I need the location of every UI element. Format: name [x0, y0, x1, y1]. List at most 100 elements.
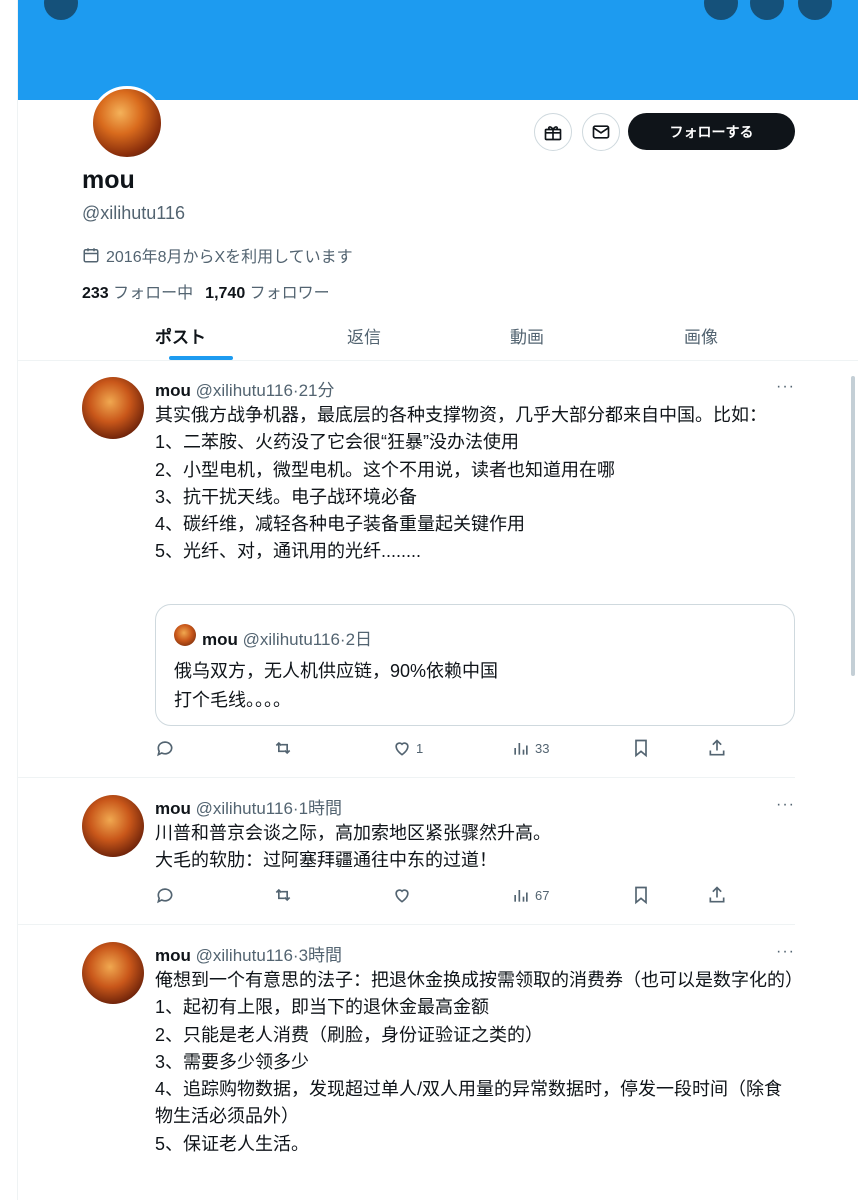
post-avatar[interactable] [82, 795, 144, 857]
profile-banner [18, 0, 858, 100]
repost-button[interactable] [273, 885, 293, 905]
post-line: 川普和普京会谈之际，高加索地区紧张骤然升高。 [155, 823, 551, 843]
post-line: 5、保证老人生活。 [155, 1133, 310, 1154]
post-time[interactable]: ·3時間 [293, 946, 342, 965]
repost-icon [275, 741, 291, 755]
message-button[interactable] [582, 113, 620, 151]
post-author-name[interactable]: mou [155, 799, 191, 818]
tab-videos[interactable]: 動画 [510, 323, 544, 348]
post-line: 俺想到一个有意思的法子：把退休金换成按需领取的消费券（也可以是数字化的） [155, 970, 803, 990]
like-icon [395, 889, 409, 903]
reply-button[interactable] [155, 885, 175, 905]
post-time[interactable]: ·21分 [293, 381, 335, 400]
bookmark-icon [635, 739, 647, 758]
more-icon[interactable]: ··· [776, 796, 795, 814]
back-button[interactable] [44, 0, 78, 20]
post-actions: 67 [155, 885, 795, 909]
profile-avatar[interactable] [90, 86, 164, 160]
followers-label: フォロワー [249, 285, 330, 302]
post-divider [18, 924, 795, 925]
profile-handle: @xilihutu116 [82, 203, 185, 223]
views-count: 67 [535, 887, 550, 903]
search-button[interactable] [750, 0, 784, 20]
share-icon [709, 886, 725, 903]
post-line: 2、小型电机，微型电机。这个不用说，读者也知道用在哪 [155, 459, 616, 480]
post-text: 其实俄方战争机器，最底层的各种支撑物资，几乎大部分都来自中国。比如： 1、二苯胺… [155, 402, 795, 566]
post-time[interactable]: ·1時間 [293, 799, 342, 818]
active-tab-indicator [169, 356, 233, 360]
like-icon [395, 742, 409, 756]
tab-posts[interactable]: ポスト [155, 323, 206, 348]
post-line: 3、需要多少领多少 [155, 1051, 310, 1072]
quote-header: mou @xilihutu116·2日 [202, 625, 372, 650]
more-icon[interactable]: ··· [776, 943, 795, 961]
quote-time: ·2日 [339, 630, 373, 649]
post-author-handle[interactable]: @xilihutu116 [196, 799, 293, 818]
join-date-text: 2016年8月からXを利用しています [106, 249, 353, 266]
gift-icon [544, 126, 562, 141]
views-button[interactable]: 67 [511, 885, 549, 905]
quote-line: 打个毛线。。。。 [174, 690, 291, 710]
bookmark-icon [635, 886, 647, 905]
share-button[interactable] [707, 738, 727, 758]
profile-tabs: ポスト 返信 動画 画像 [18, 310, 858, 361]
quote-author-handle: @xilihutu116 [242, 630, 340, 649]
mail-icon [592, 125, 610, 139]
reply-icon [157, 741, 173, 757]
post-author-handle[interactable]: @xilihutu116 [196, 946, 293, 965]
bookmark-button[interactable] [631, 738, 651, 758]
quote-avatar [174, 624, 196, 646]
gift-button[interactable] [534, 113, 572, 151]
post-line: 2、只能是老人消费（刷脸，身份证验证之类的） [155, 1024, 544, 1045]
more-icon[interactable]: ··· [776, 378, 795, 396]
post-line: 4、追踪购物数据，发现超过单人/双人用量的异常数据时，停发一段时间（除食物生活必… [155, 1079, 783, 1127]
reply-button[interactable] [155, 738, 175, 758]
followers-link[interactable]: 1,740 フォロワー [205, 279, 330, 303]
share-button[interactable] [707, 885, 727, 905]
share-icon [709, 739, 725, 756]
follow-stats: 233 フォロー中 1,740 フォロワー [82, 279, 330, 303]
tab-media[interactable]: 画像 [684, 323, 718, 348]
like-button[interactable]: 1 [392, 738, 423, 758]
calendar-icon [83, 248, 99, 263]
reply-icon [157, 888, 173, 904]
post-line: 3、抗干扰天线。电子战环境必备 [155, 486, 418, 507]
followers-count: 1,740 [205, 285, 246, 302]
repost-button[interactable] [273, 738, 293, 758]
post-header: mou @xilihutu116·1時間 [155, 794, 342, 819]
quote-text: 俄乌双方，无人机供应链，90%依赖中国 打个毛线。。。。 [174, 657, 498, 715]
quoted-post[interactable]: mou @xilihutu116·2日 俄乌双方，无人机供应链，90%依赖中国 … [155, 604, 795, 726]
repost-icon [275, 888, 291, 902]
post-avatar[interactable] [82, 942, 144, 1004]
scrollbar[interactable] [851, 376, 855, 676]
post-author-name[interactable]: mou [155, 946, 191, 965]
follow-button[interactable]: フォローする [628, 113, 795, 150]
following-link[interactable]: 233 フォロー中 [82, 279, 193, 303]
post-author-handle[interactable]: @xilihutu116 [196, 381, 293, 400]
post-avatar[interactable] [82, 377, 144, 439]
post-divider [18, 777, 795, 778]
post-line: 其实俄方战争机器，最底层的各种支撑物资，几乎大部分都来自中国。比如： [155, 405, 767, 425]
bookmark-button[interactable] [631, 885, 651, 905]
post-line: 5、光纤、对，通讯用的光纤........ [155, 541, 422, 562]
views-count: 33 [535, 740, 550, 756]
post-text: 川普和普京会谈之际，高加索地区紧张骤然升高。 大毛的软肋：过阿塞拜疆通往中东的过… [155, 820, 795, 875]
like-button[interactable] [392, 885, 412, 905]
views-icon [514, 743, 528, 755]
left-border [17, 0, 18, 1200]
post-line: 大毛的软肋：过阿塞拜疆通往中东的过道！ [155, 850, 497, 871]
post-header: mou @xilihutu116·3時間 [155, 941, 342, 966]
post-header: mou @xilihutu116·21分 [155, 376, 334, 401]
post-author-name[interactable]: mou [155, 381, 191, 400]
tab-replies[interactable]: 返信 [347, 323, 381, 348]
quote-line: 俄乌双方，无人机供应链，90%依赖中国 [174, 661, 499, 681]
more-menu-button[interactable] [798, 0, 832, 20]
join-date: 2016年8月からXを利用しています [82, 243, 353, 267]
refresh-button[interactable] [704, 0, 738, 20]
views-button[interactable]: 33 [511, 738, 549, 758]
post-line: 1、起初有上限，即当下的退休金最高金额 [155, 997, 490, 1018]
display-name: mou [82, 166, 135, 194]
post-line: 4、碳纤维，减轻各种电子装备重量起关键作用 [155, 514, 526, 535]
following-label: フォロー中 [113, 285, 194, 302]
post-text: 俺想到一个有意思的法子：把退休金换成按需领取的消费券（也可以是数字化的） 1、起… [155, 967, 803, 1158]
